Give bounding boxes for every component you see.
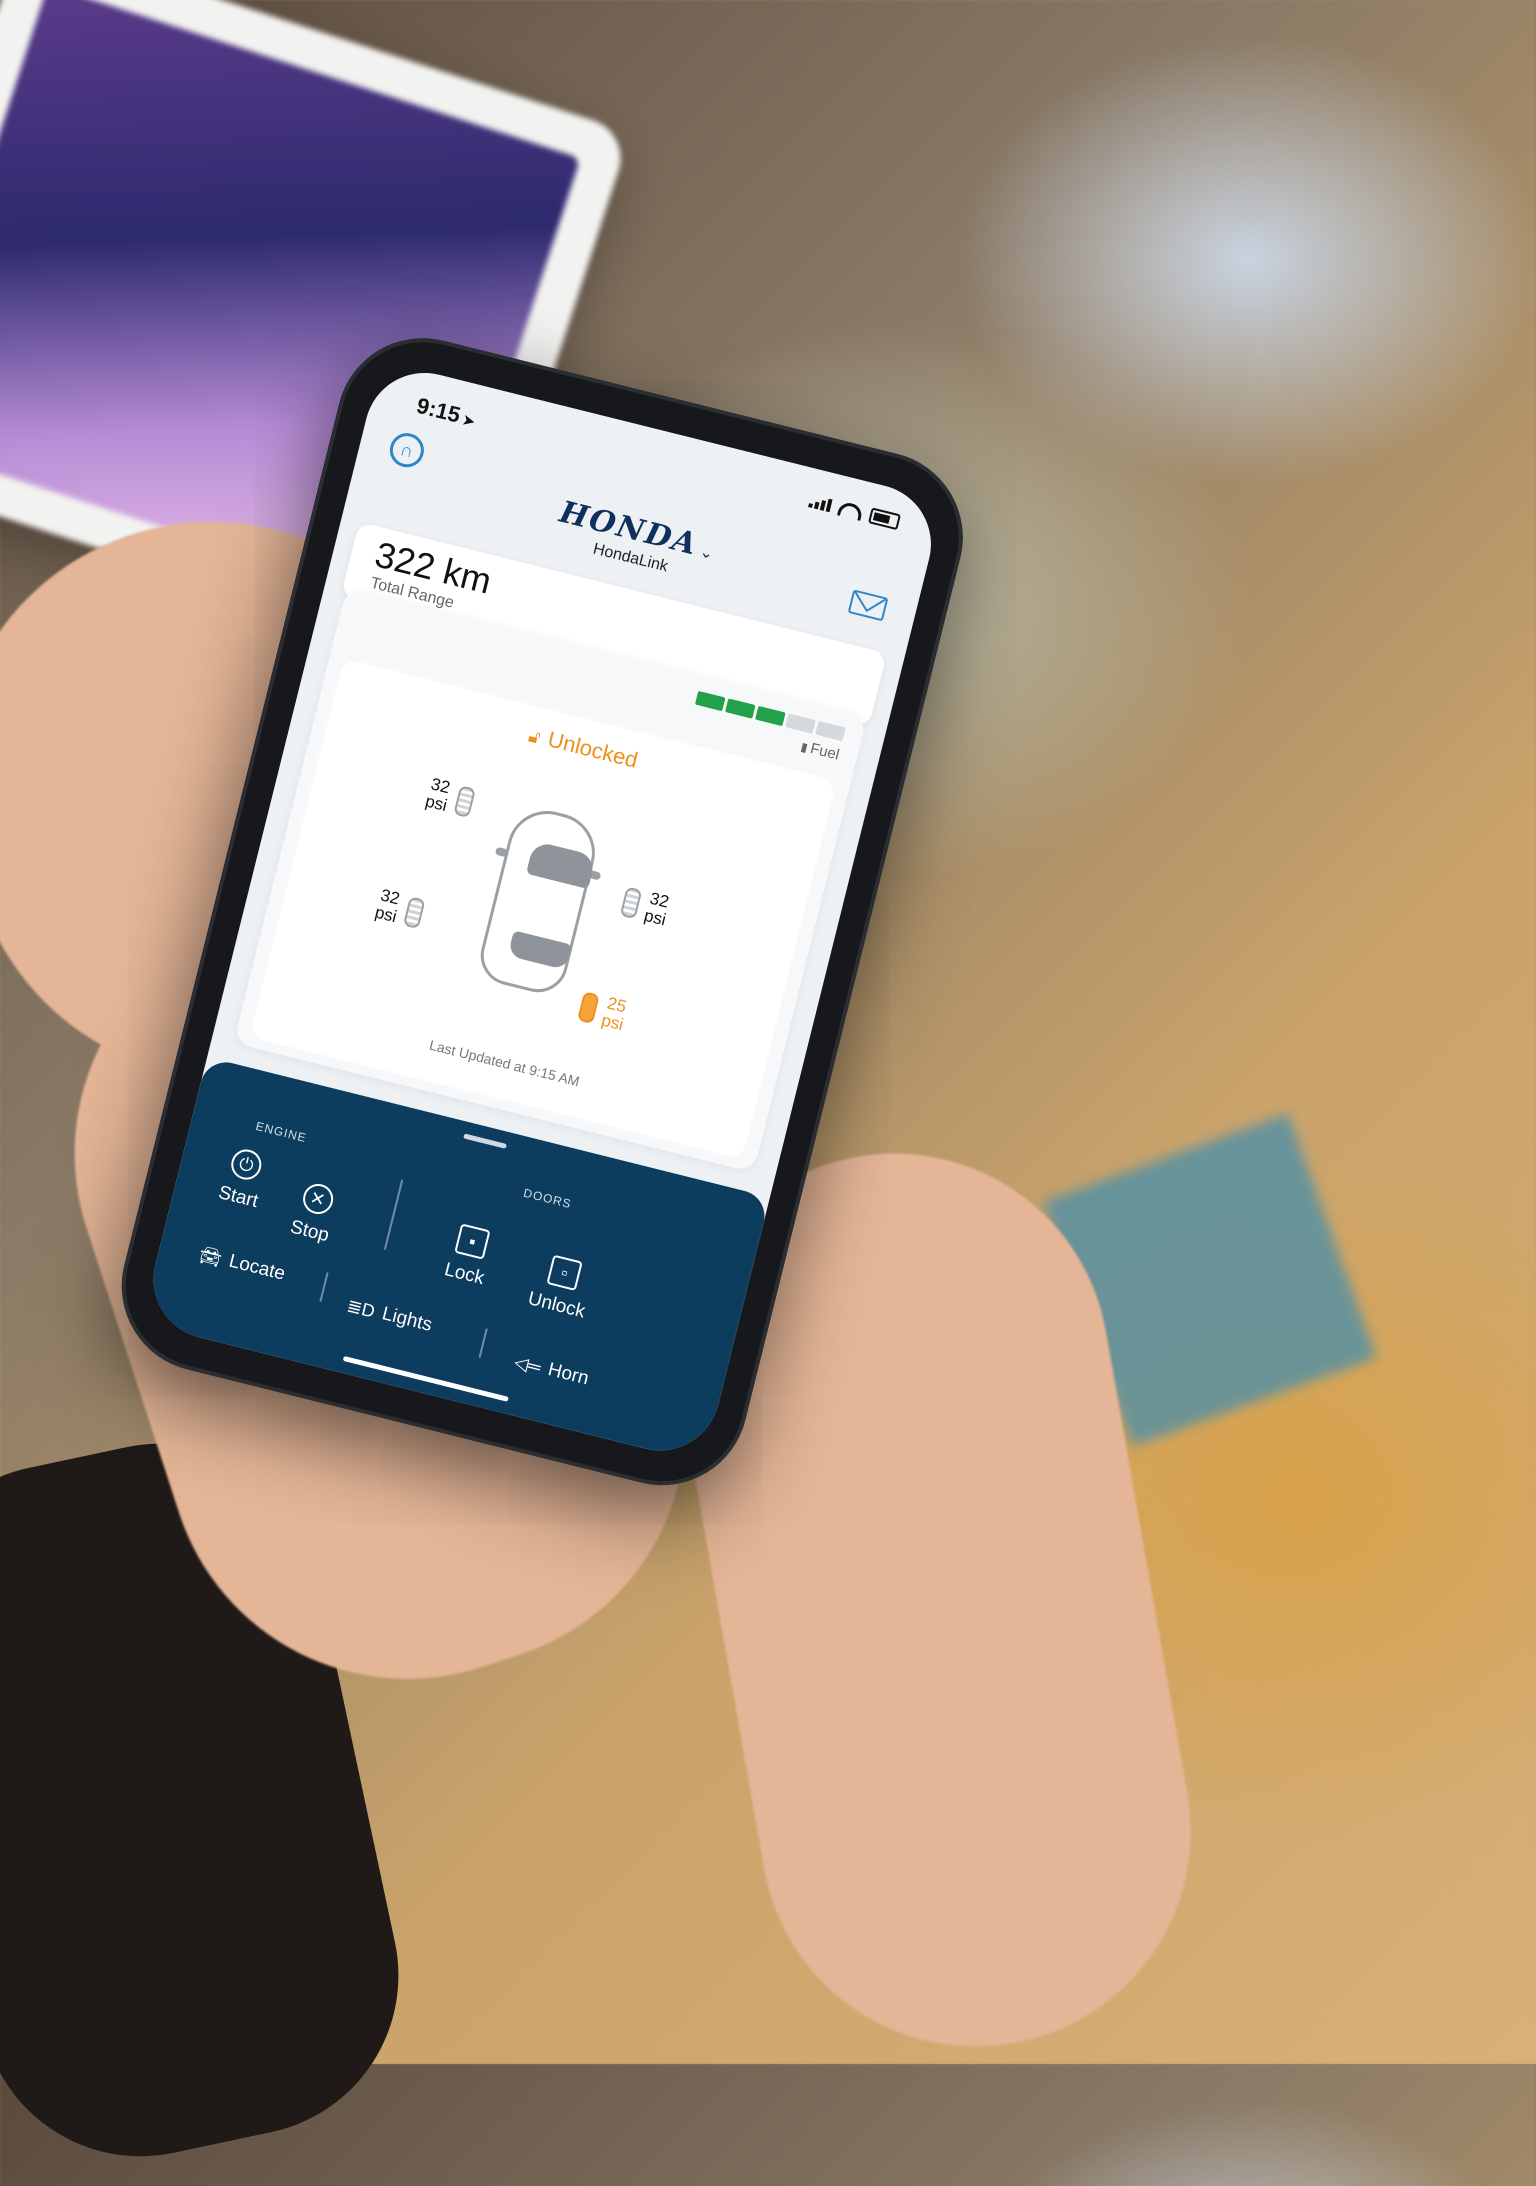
divider [478, 1328, 488, 1358]
tire-front-left: 32 psi [423, 774, 476, 821]
lock-label: Lock [442, 1259, 487, 1290]
fuel-label-wrap: ▮Fuel [799, 738, 841, 764]
fuel-segment [725, 698, 756, 719]
padlock-closed-icon: ▪ [454, 1223, 491, 1260]
lights-label: Lights [379, 1303, 435, 1336]
close-circle-icon: ✕ [299, 1180, 336, 1218]
battery-icon [867, 507, 901, 531]
location-arrow-icon: ➤ [461, 411, 477, 430]
tire-pressure-unit: psi [372, 902, 399, 927]
tire-pressure-unit: psi [599, 1010, 626, 1035]
chevron-down-icon: ⌄ [697, 543, 716, 564]
tire-icon [452, 785, 476, 819]
unlock-button[interactable]: ▫ Unlock [526, 1251, 597, 1323]
locate-label: Locate [226, 1250, 288, 1285]
horn-button[interactable]: ◁═ Horn [512, 1351, 591, 1391]
status-time-text: 9:15 [414, 392, 463, 428]
horn-icon: ◁═ [512, 1351, 544, 1378]
status-icons [808, 492, 901, 531]
fuel-segment [755, 705, 786, 727]
car-icon: 🚘︎ [197, 1243, 225, 1269]
lock-button[interactable]: ▪ Lock [442, 1222, 495, 1290]
fuel-segment [815, 720, 846, 742]
locate-button[interactable]: 🚘︎ Locate [197, 1243, 288, 1286]
car-windshield [526, 840, 597, 890]
lock-status: 🔓︎ Unlocked [334, 674, 833, 822]
divider [319, 1272, 329, 1302]
tire-rear-right-text: 25 psi [599, 993, 630, 1035]
unlock-label: Unlock [525, 1288, 588, 1323]
stop-label: Stop [288, 1216, 332, 1247]
headlight-icon: ≣D [344, 1294, 378, 1322]
car-rear-window [507, 930, 573, 971]
signal-icon [808, 494, 833, 512]
fuel-segment [694, 690, 726, 712]
status-time: 9:15➤ [414, 393, 478, 433]
padlock-open-icon: ▫ [546, 1254, 583, 1291]
tire-rear-left: 32 psi [372, 885, 426, 932]
doors-section-label: DOORS [522, 1185, 574, 1212]
horn-label: Horn [545, 1359, 591, 1390]
tire-icon [402, 896, 426, 930]
stop-button[interactable]: ✕ Stop [288, 1180, 340, 1248]
tire-front-right-text: 32 psi [642, 889, 672, 930]
start-button[interactable]: ⏻ Start [216, 1145, 269, 1213]
fuel-label: Fuel [808, 739, 841, 764]
lock-icon: 🔓︎ [526, 725, 543, 748]
fuel-pump-icon: ▮ [799, 739, 810, 755]
car-body [474, 802, 604, 999]
divider [383, 1179, 404, 1250]
car-top-view [465, 800, 613, 1001]
tire-pressure-unit: psi [642, 905, 668, 930]
power-icon: ⏻ [228, 1146, 265, 1183]
tire-rear-right: 25 psi [576, 988, 629, 1034]
tire-front-left-text: 32 psi [423, 774, 453, 816]
fuel-segment [785, 713, 816, 734]
tire-icon [619, 886, 643, 920]
vehicle-diagram-card[interactable]: 🔓︎ Unlocked 32 psi 32 psi 32 psi 25 psi … [249, 658, 837, 1160]
lights-button[interactable]: ≣D Lights [344, 1294, 435, 1337]
tire-rear-left-text: 32 psi [372, 885, 403, 927]
lock-status-text: Unlocked [545, 726, 641, 773]
wifi-icon [837, 500, 864, 521]
tire-front-right: 32 psi [619, 883, 672, 929]
start-label: Start [216, 1182, 261, 1213]
engine-section-label: ENGINE [254, 1118, 309, 1146]
tire-pressure-unit: psi [423, 791, 450, 816]
drag-handle[interactable] [463, 1133, 508, 1149]
tire-warning-icon [577, 991, 600, 1025]
home-indicator[interactable] [342, 1355, 509, 1402]
